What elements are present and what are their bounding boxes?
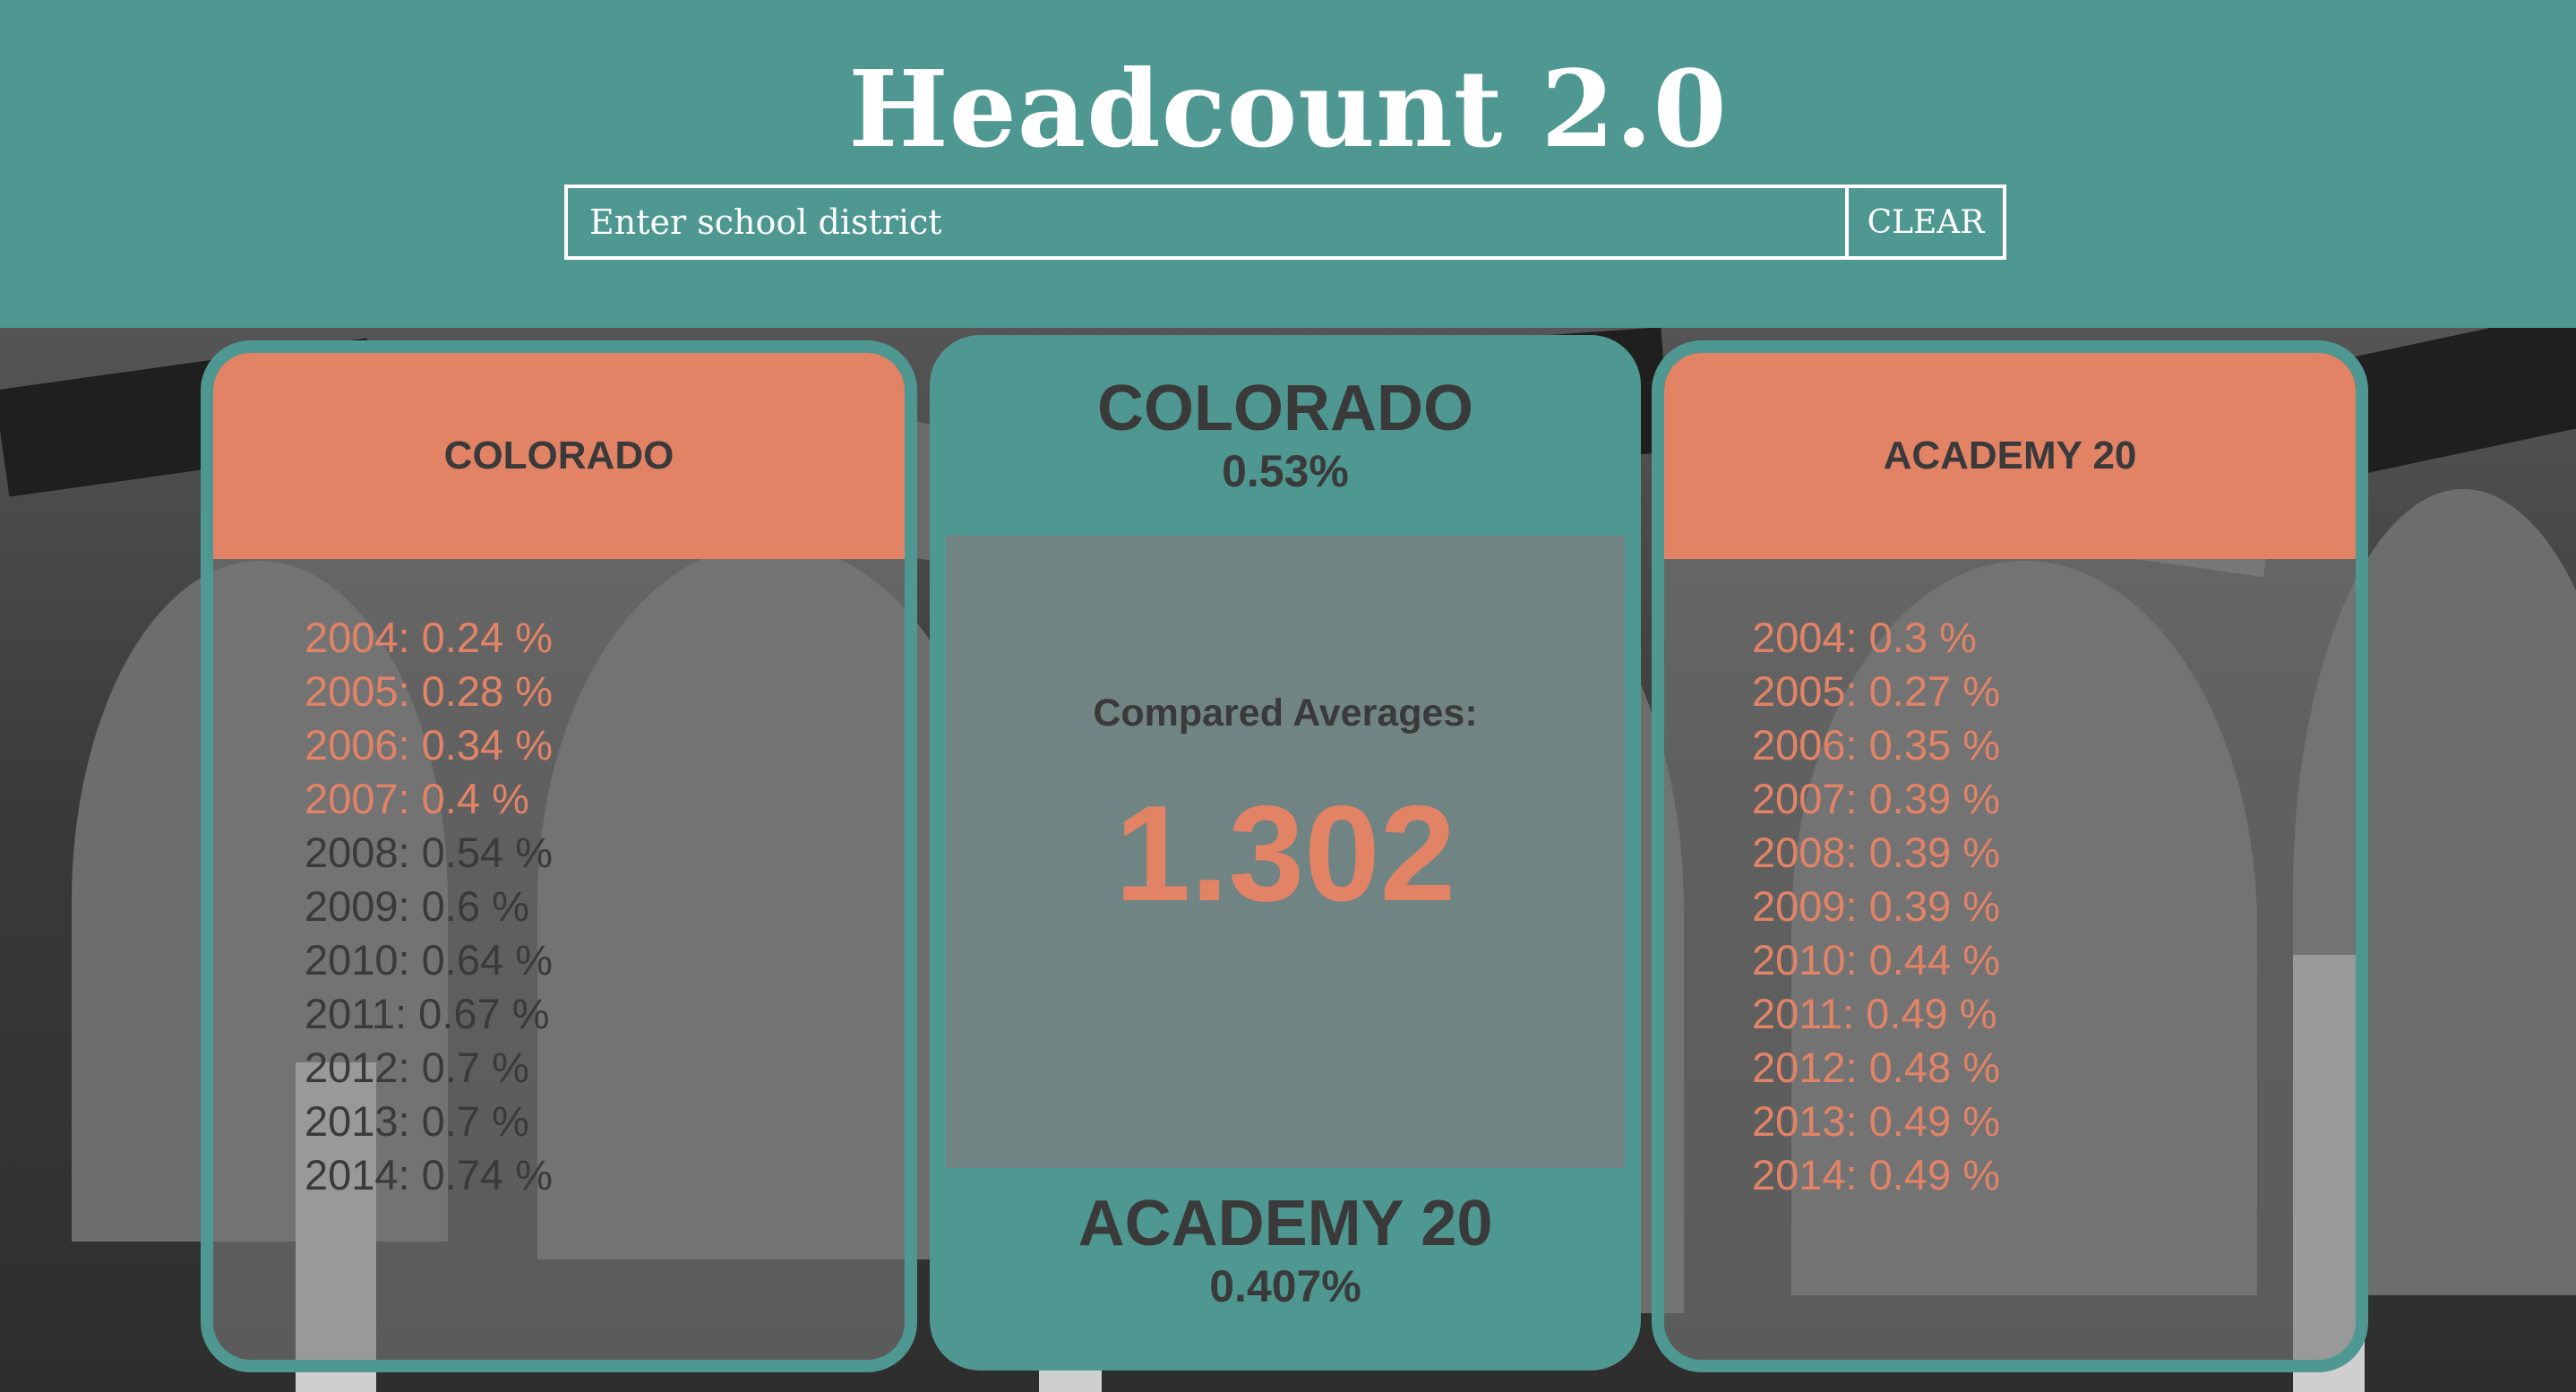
year-data-list: 2004: 0.3 % 2005: 0.27 % 2006: 0.35 % 2007:… [1664,611,2356,1202]
year-row: 2006: 0.34 % [305,721,553,769]
card-body: 2004: 0.24 % 2005: 0.28 % 2006: 0.34 % 2007… [213,559,905,1360]
comparison-first-name: COLORADO [1097,373,1473,444]
comparison-top-section: COLORADO 0.53% [930,335,1641,536]
year-row: 2006: 0.35 % [1752,721,2000,769]
district-card-academy-20[interactable]: ACADEMY 20 2004: 0.3 % 2005: 0.27 % 2006: … [1652,340,2368,1372]
comparison-middle-section: Compared Averages: 1.302 [946,536,1625,1168]
year-row: 2005: 0.28 % [305,667,553,715]
comparison-second-name: ACADEMY 20 [1078,1188,1493,1259]
year-row: 2009: 0.6 % [305,882,529,930]
year-row: 2012: 0.7 % [305,1044,529,1091]
year-row: 2010: 0.44 % [1752,936,2000,984]
year-row: 2011: 0.67 % [305,990,550,1037]
comparison-bottom-section: ACADEMY 20 0.407% [930,1168,1641,1371]
clear-button[interactable]: CLEAR [1845,188,2003,256]
comparison-card: COLORADO 0.53% Compared Averages: 1.302 … [930,335,1641,1371]
year-row: 2004: 0.3 % [1752,614,1977,661]
year-row: 2007: 0.4 % [305,775,529,822]
year-row: 2007: 0.39 % [1752,775,2000,822]
year-row: 2014: 0.49 % [1752,1151,2000,1199]
year-row: 2008: 0.54 % [305,829,553,876]
year-data-list: 2004: 0.24 % 2005: 0.28 % 2006: 0.34 % 2007… [213,611,905,1202]
year-row: 2012: 0.48 % [1752,1044,2000,1091]
year-row: 2008: 0.39 % [1752,829,2000,876]
year-row: 2010: 0.64 % [305,936,553,984]
year-row: 2013: 0.49 % [1752,1097,2000,1145]
year-row: 2014: 0.74 % [305,1151,553,1199]
year-row: 2013: 0.7 % [305,1097,529,1145]
year-row: 2004: 0.24 % [305,614,553,661]
search-bar: CLEAR [564,185,2006,260]
comparison-second-average: 0.407% [1209,1261,1361,1311]
compared-averages-label: Compared Averages: [1093,692,1478,735]
comparison-first-average: 0.53% [1222,446,1349,496]
year-row: 2005: 0.27 % [1752,667,2000,715]
card-body: 2004: 0.3 % 2005: 0.27 % 2006: 0.35 % 2007:… [1664,559,2356,1360]
app-header: Headcount 2.0 CLEAR [0,0,2576,328]
app-title: Headcount 2.0 [848,47,1728,171]
card-title: ACADEMY 20 [1664,353,2356,559]
compared-averages-value: 1.302 [1114,778,1456,930]
year-row: 2011: 0.49 % [1752,990,1997,1037]
state-district-card-colorado[interactable]: COLORADO 2004: 0.24 % 2005: 0.28 % 2006: 0… [201,340,917,1372]
year-row: 2009: 0.39 % [1752,882,2000,930]
card-title: COLORADO [213,353,905,559]
school-district-search-input[interactable] [568,188,1845,256]
